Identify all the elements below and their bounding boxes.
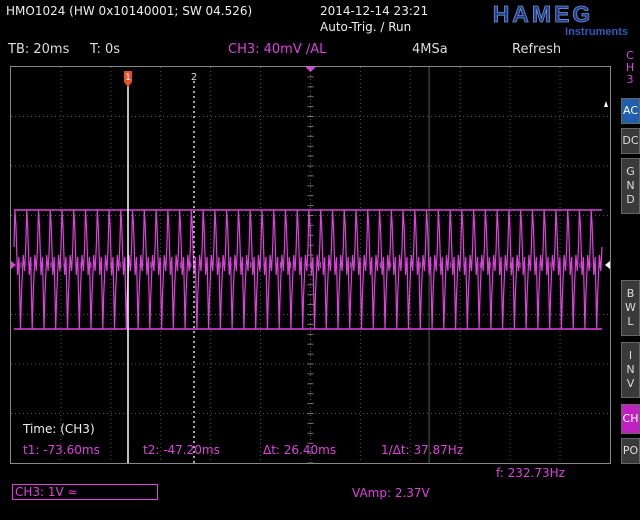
time-offset[interactable]: T: 0s (90, 42, 120, 57)
trigger-mode: Auto-Trig. / Run (320, 20, 412, 34)
timebase[interactable]: TB: 20ms (8, 42, 69, 57)
scale-up-marker (604, 101, 608, 107)
side-panel: CH3 AC DC GND BWL INV CH PO (620, 40, 640, 520)
inverse-delta-t-value: 1/Δt: 37.87Hz (381, 443, 464, 457)
cursor1-arrow (124, 82, 132, 87)
title-bar: HMO1024 (HW 0x10140001; SW 04.526) 2014-… (0, 0, 640, 40)
channel-button[interactable]: CH (621, 404, 640, 434)
side-channel-label: CH3 (625, 49, 635, 86)
trigger-position-marker (305, 67, 316, 72)
acquisition-mode[interactable]: Refresh (512, 42, 561, 57)
cursor-t1-value: t1: -73.60ms (23, 443, 100, 457)
channel3-ground-marker (11, 261, 16, 269)
measurement-source: Time: (CH3) (23, 422, 95, 436)
vamp-readout: VAmp: 2.37V (352, 486, 430, 500)
datetime: 2014-12-14 23:21 (320, 4, 429, 18)
hameg-logo: HAMEG Instruments (456, 1, 630, 37)
coupling-dc-button[interactable]: DC (621, 128, 640, 154)
logo-subtext: Instruments (565, 26, 628, 37)
coupling-gnd-button[interactable]: GND (621, 158, 640, 214)
cursor2-label: 2 (191, 72, 197, 83)
status-bar: TB: 20ms T: 0s CH3: 40mV ∕AL 4MSa Refres… (0, 40, 620, 60)
frequency-readout: f: 232.73Hz (496, 466, 565, 480)
invert-button[interactable]: INV (621, 342, 640, 398)
position-button[interactable]: PO (621, 438, 640, 464)
cursor-t2-value: t2: -47.20ms (143, 443, 220, 457)
bandwidth-limit-button[interactable]: BWL (621, 280, 640, 336)
app-title: HMO1024 (HW 0x10140001; SW 04.526) (6, 4, 253, 18)
waveform-display[interactable]: 312 Time: (CH3) t1: -73.60ms t2: -47.20m… (10, 66, 611, 464)
coupling-ac-button[interactable]: AC (621, 98, 640, 124)
channel3-setting[interactable]: CH3: 1V ≈ (12, 484, 158, 500)
waveform-canvas: 312 (11, 67, 610, 463)
cursor1-label: 1 (125, 73, 131, 83)
logo-text: HAMEG (493, 1, 594, 27)
sample-rate: 4MSa (412, 42, 448, 57)
delta-t-value: Δt: 26.40ms (263, 443, 337, 457)
trigger-level-marker (605, 261, 610, 269)
trigger-setting[interactable]: CH3: 40mV ∕AL (228, 42, 326, 57)
channel3-trace (13, 209, 603, 330)
